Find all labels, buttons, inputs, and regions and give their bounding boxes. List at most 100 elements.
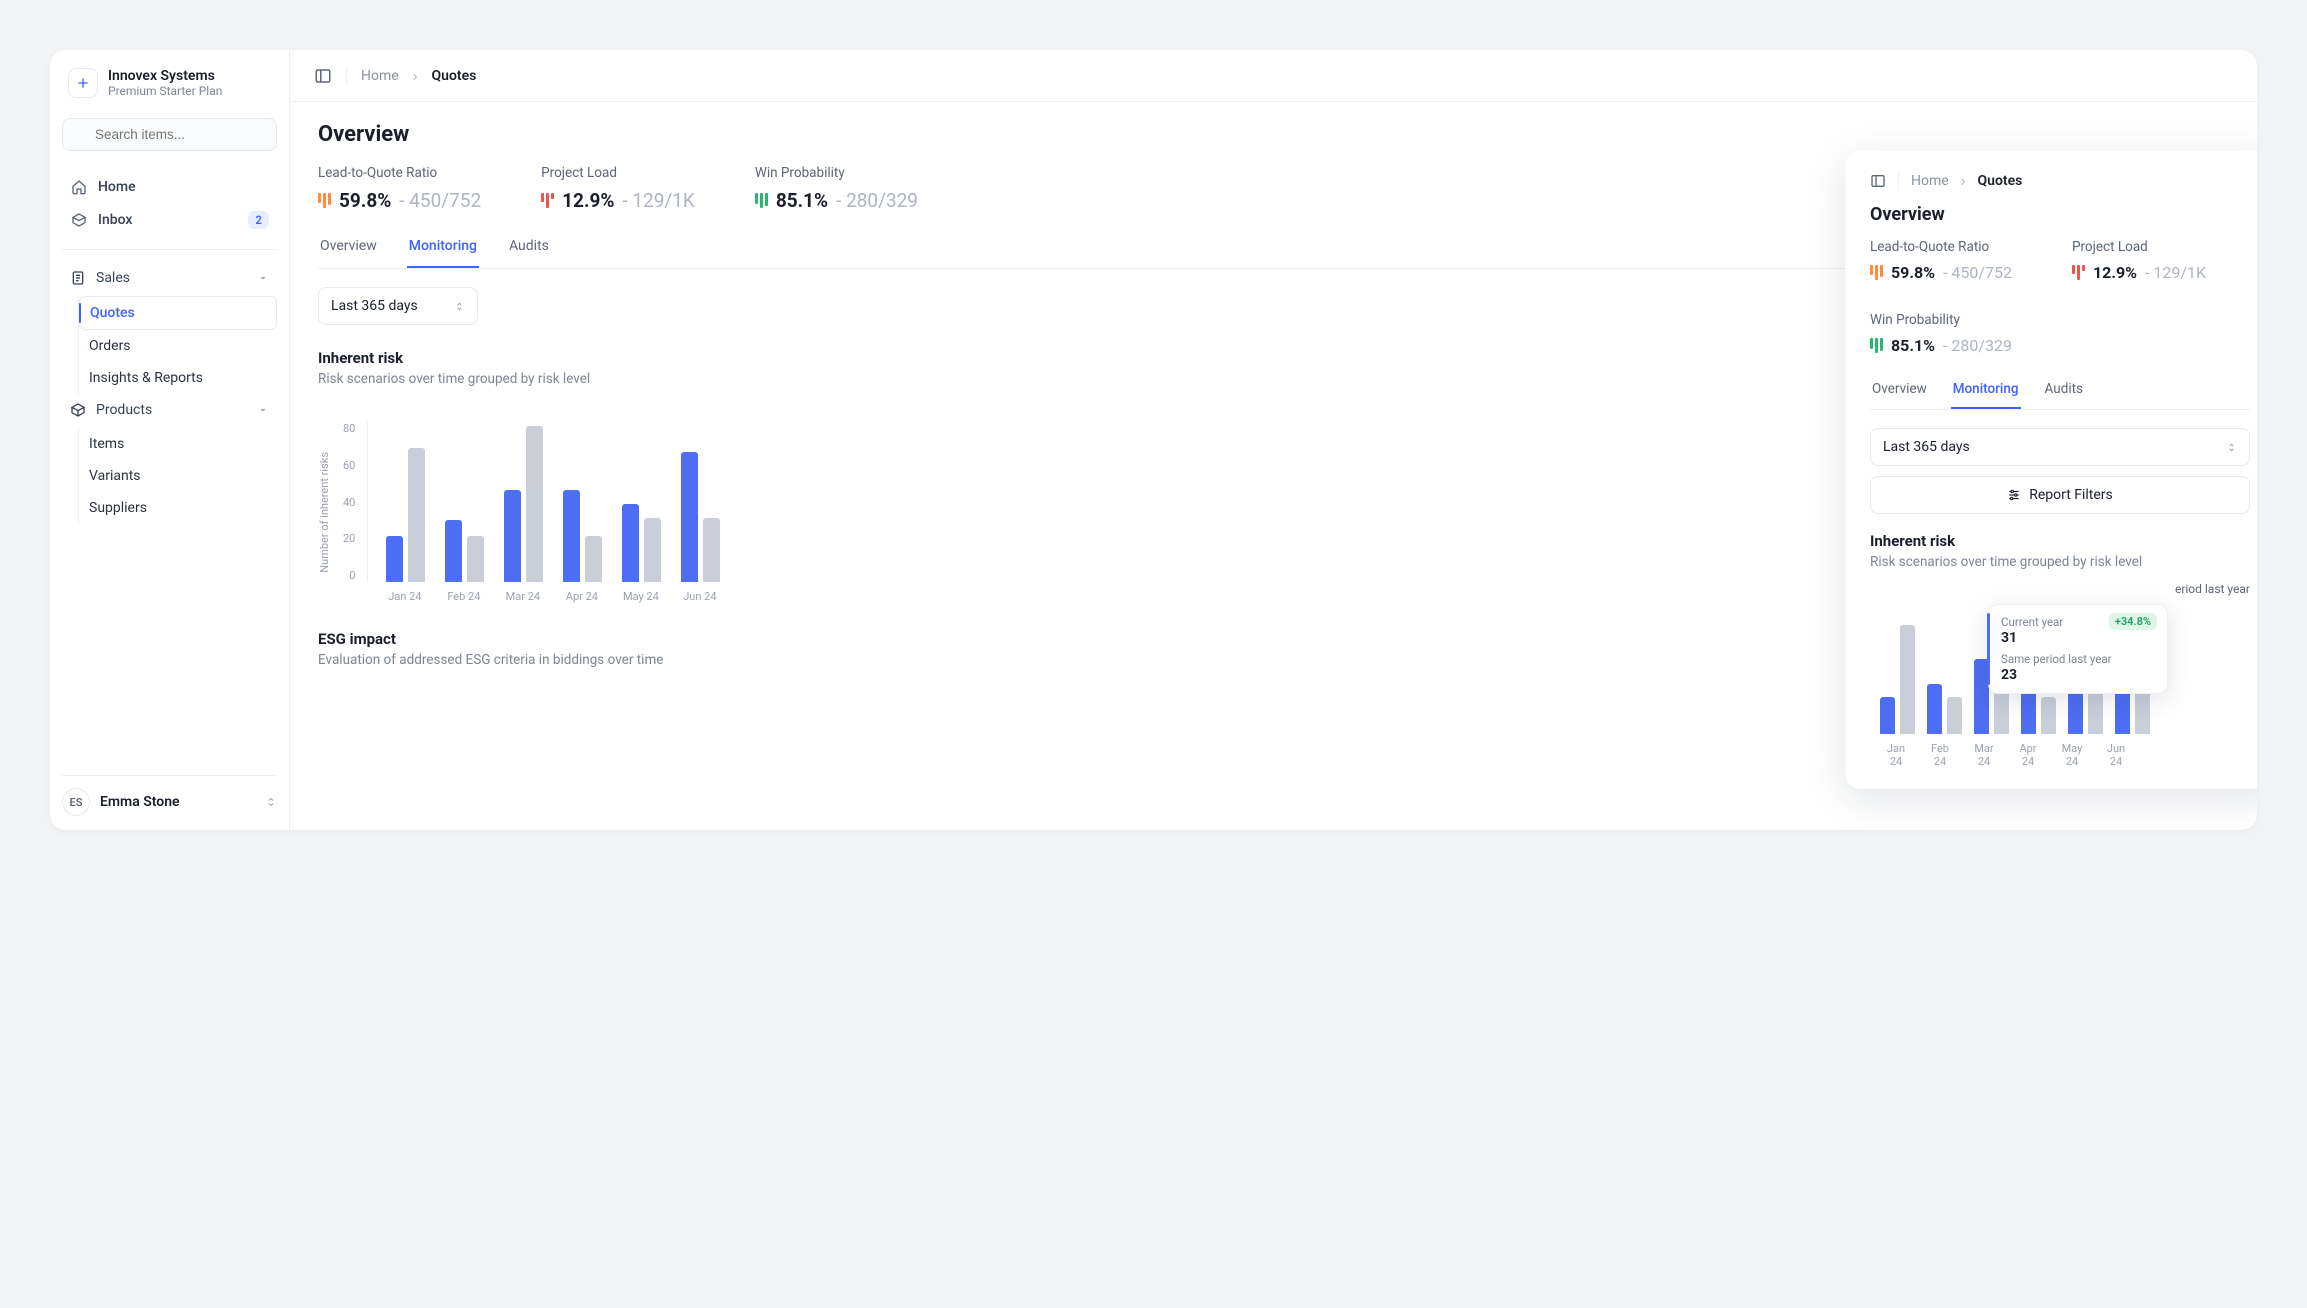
box-icon — [70, 402, 86, 418]
chevron-updown-icon — [265, 795, 277, 809]
sliders-icon — [2007, 488, 2021, 502]
tab-audits[interactable]: Audits — [2043, 371, 2085, 409]
breadcrumb-quotes[interactable]: Quotes — [1978, 173, 2023, 189]
chevron-down-icon — [257, 404, 269, 416]
brand-block: Innovex Systems Premium Starter Plan — [62, 64, 277, 112]
range-select[interactable]: Last 365 days — [1870, 428, 2250, 466]
brand-logo — [68, 68, 98, 98]
breadcrumb-quotes[interactable]: Quotes — [432, 68, 477, 84]
trend-bars-icon — [2072, 265, 2085, 280]
bar-previous[interactable] — [703, 518, 720, 582]
x-tick: Jan 24 — [385, 590, 424, 603]
trend-bars-icon — [1870, 338, 1883, 353]
x-tick: Feb 24 — [444, 590, 483, 603]
x-tick: Jun 24 — [2100, 742, 2132, 768]
bar-previous[interactable] — [467, 536, 484, 582]
x-tick: May 24 — [2056, 742, 2088, 768]
report-filters-button[interactable]: Report Filters — [1870, 476, 2250, 514]
trend-bars-icon — [755, 193, 768, 208]
range-select[interactable]: Last 365 days — [318, 287, 478, 325]
chevron-right-icon: › — [413, 66, 418, 85]
nav-section-sales[interactable]: Sales — [62, 262, 277, 294]
app-window: Innovex Systems Premium Starter Plan Hom… — [50, 50, 2257, 830]
chart-legend: Current year Same period last year — [318, 399, 2109, 414]
tab-monitoring[interactable]: Monitoring — [407, 226, 479, 268]
inbox-icon — [70, 212, 88, 228]
divider — [346, 67, 347, 85]
esg-card: ESG impact Evaluation of addressed ESG c… — [318, 630, 2109, 703]
stat-win: Win Probability 85.1% - 280/329 — [1870, 312, 2012, 355]
inherent-risk-chart: Number of inherent risks 806040200 Jan 2… — [318, 422, 2109, 603]
bar-previous[interactable] — [585, 536, 602, 582]
breadcrumb-home[interactable]: Home — [1911, 173, 1949, 189]
stat-lead: Lead-to-Quote Ratio 59.8% - 450/752 — [1870, 239, 2012, 282]
y-tick: 20 — [343, 532, 355, 545]
brand-name: Innovex Systems — [108, 68, 222, 84]
topbar: Home › Quotes — [290, 50, 2257, 102]
nav-sales-label: Sales — [96, 270, 130, 286]
tab-monitoring[interactable]: Monitoring — [1951, 371, 2021, 409]
chevron-updown-icon — [454, 300, 465, 313]
trend-bars-icon — [318, 193, 331, 208]
nav-variants[interactable]: Variants — [79, 460, 277, 492]
search-input[interactable] — [62, 118, 277, 151]
y-tick: 80 — [343, 422, 355, 435]
nav-suppliers[interactable]: Suppliers — [79, 492, 277, 524]
inherent-risk-card: Inherent risk Risk scenarios over time g… — [318, 349, 2109, 606]
bar-previous[interactable] — [1900, 625, 1915, 734]
chevron-updown-icon — [2226, 441, 2237, 454]
bar-current[interactable] — [1880, 697, 1895, 734]
sidebar-toggle-icon[interactable] — [314, 67, 332, 85]
bar-current[interactable] — [563, 490, 580, 582]
breadcrumb-home[interactable]: Home — [361, 68, 399, 84]
bar-current[interactable] — [1927, 684, 1942, 734]
bar-previous[interactable] — [1947, 697, 1962, 734]
x-tick: Apr 24 — [2012, 742, 2044, 768]
nav-quotes[interactable]: Quotes — [79, 296, 277, 330]
bar-current[interactable] — [445, 520, 462, 582]
nav-items[interactable]: Items — [79, 428, 277, 460]
trend-bars-icon — [541, 193, 554, 208]
stat-load: Project Load 12.9% - 129/1K — [541, 165, 695, 212]
nav-insights[interactable]: Insights & Reports — [79, 362, 277, 394]
bar-current[interactable] — [622, 504, 639, 582]
bar-current[interactable] — [681, 452, 698, 582]
x-tick: Mar 24 — [1968, 742, 2000, 768]
trend-bars-icon — [1870, 265, 1883, 280]
x-tick: Feb 24 — [1924, 742, 1956, 768]
brand-plan: Premium Starter Plan — [108, 84, 222, 98]
tab-overview[interactable]: Overview — [1870, 371, 1929, 409]
chart-legend: eriod last year — [1870, 582, 2250, 596]
document-icon — [70, 270, 86, 286]
nav-inbox-label: Inbox — [98, 212, 132, 228]
bar-previous[interactable] — [644, 518, 661, 582]
page-title: Overview — [1870, 204, 2250, 225]
bar-previous[interactable] — [2041, 697, 2056, 734]
home-icon — [70, 179, 88, 195]
stat-lead: Lead-to-Quote Ratio 59.8% - 450/752 — [318, 165, 481, 212]
y-axis: 806040200 — [343, 422, 359, 582]
x-tick: Jan 24 — [1880, 742, 1912, 768]
x-axis: Jan 24 Feb 24 Mar 24 Apr 24 May 24 Jun 24 — [1870, 742, 2250, 768]
plus-icon — [75, 75, 91, 91]
bar-current[interactable] — [386, 536, 403, 582]
y-tick: 60 — [343, 459, 355, 472]
nav-inbox[interactable]: Inbox 2 — [62, 203, 277, 237]
sidebar-toggle-icon[interactable] — [1870, 173, 1886, 189]
y-tick: 0 — [349, 569, 355, 582]
nav-orders[interactable]: Orders — [79, 330, 277, 362]
bar-current[interactable] — [504, 490, 521, 582]
page-title: Overview — [318, 122, 2229, 147]
tab-overview[interactable]: Overview — [318, 226, 379, 268]
nav-home[interactable]: Home — [62, 171, 277, 203]
stat-load: Project Load 12.9% - 129/1K — [2072, 239, 2206, 282]
x-tick: Jun 24 — [680, 590, 719, 603]
sales-sublist: Quotes Orders Insights & Reports — [78, 296, 277, 394]
user-switcher[interactable]: ES Emma Stone — [62, 775, 277, 816]
bar-previous[interactable] — [526, 426, 543, 582]
esg-legend: Addressed Unrealized — [318, 680, 2109, 695]
tab-audits[interactable]: Audits — [507, 226, 551, 268]
nav-section-products[interactable]: Products — [62, 394, 277, 426]
bar-previous[interactable] — [408, 448, 425, 582]
sidebar: Innovex Systems Premium Starter Plan Hom… — [50, 50, 290, 830]
